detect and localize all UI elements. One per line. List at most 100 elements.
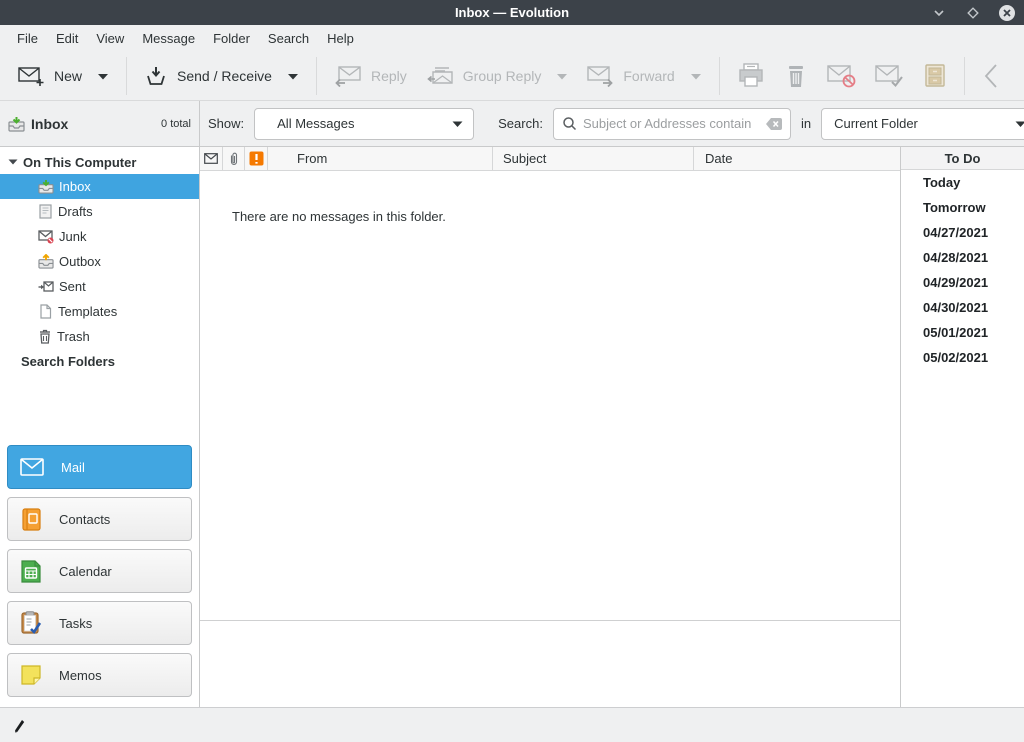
- menu-edit[interactable]: Edit: [47, 25, 87, 52]
- sidebar-item-inbox[interactable]: Inbox: [0, 174, 199, 199]
- group-reply-label: Group Reply: [463, 68, 542, 84]
- switcher-mail-button[interactable]: Mail: [7, 445, 192, 489]
- toolbar-separator: [964, 57, 965, 95]
- switcher-label: Calendar: [59, 564, 112, 579]
- preview-pane: [200, 621, 900, 707]
- send-receive-icon: [145, 66, 167, 87]
- forward-button[interactable]: Forward: [577, 59, 710, 94]
- sidebar-item-label: Templates: [58, 304, 117, 319]
- close-icon[interactable]: [998, 4, 1016, 22]
- menu-file[interactable]: File: [8, 25, 47, 52]
- filter-controls: Show: All Messages Search: in Current Fo…: [200, 101, 1024, 146]
- todo-item-date[interactable]: 05/02/2021: [901, 345, 1024, 370]
- sidebar-item-outbox[interactable]: Outbox: [0, 249, 199, 274]
- calendar-icon: [20, 560, 42, 583]
- send-receive-label: Send / Receive: [177, 68, 272, 84]
- archive-button[interactable]: [914, 55, 956, 97]
- back-button[interactable]: [973, 54, 1009, 98]
- column-subject-label: Subject: [503, 151, 546, 166]
- drafts-icon: [38, 204, 53, 219]
- expander-icon[interactable]: [8, 158, 18, 166]
- column-date-label: Date: [705, 151, 732, 166]
- sidebar-item-trash[interactable]: Trash: [0, 324, 199, 349]
- tree-section-search-folders[interactable]: Search Folders: [0, 349, 199, 374]
- column-attachment[interactable]: [223, 147, 245, 170]
- delete-button[interactable]: [774, 55, 818, 97]
- todo-item-date[interactable]: 04/28/2021: [901, 245, 1024, 270]
- view-switcher: Mail Contacts Calendar: [0, 439, 199, 707]
- todo-item-date[interactable]: 04/30/2021: [901, 295, 1024, 320]
- todo-item-date[interactable]: 04/27/2021: [901, 220, 1024, 245]
- new-dropdown-icon[interactable]: [98, 73, 108, 80]
- column-date[interactable]: Date: [694, 147, 900, 170]
- column-from[interactable]: From: [268, 147, 493, 170]
- switcher-calendar-button[interactable]: Calendar: [7, 549, 192, 593]
- menu-help[interactable]: Help: [318, 25, 363, 52]
- menu-message[interactable]: Message: [133, 25, 204, 52]
- scope-dropdown-value: Current Folder: [834, 116, 1015, 131]
- minimize-icon[interactable]: [930, 4, 948, 22]
- sidebar-item-templates[interactable]: Templates: [0, 299, 199, 324]
- search-icon: [562, 116, 577, 131]
- reply-icon: [335, 66, 361, 87]
- column-message-status[interactable]: [200, 147, 223, 170]
- switcher-tasks-button[interactable]: Tasks: [7, 601, 192, 645]
- toolbar-separator: [719, 57, 720, 95]
- not-junk-button[interactable]: [866, 56, 914, 96]
- inbox-icon: [8, 116, 25, 132]
- menu-view[interactable]: View: [87, 25, 133, 52]
- sidebar-item-sent[interactable]: Sent: [0, 274, 199, 299]
- titlebar: Inbox — Evolution: [0, 0, 1024, 25]
- switcher-label: Contacts: [59, 512, 110, 527]
- todo-item-today[interactable]: Today: [901, 170, 1024, 195]
- filterbar: Inbox 0 total Show: All Messages Search:: [0, 101, 1024, 147]
- chevron-down-icon: [452, 120, 463, 128]
- reply-button[interactable]: Reply: [325, 59, 417, 94]
- group-reply-button[interactable]: Group Reply: [417, 59, 578, 94]
- switcher-memos-button[interactable]: Memos: [7, 653, 192, 697]
- important-column-icon: [249, 151, 264, 166]
- chevron-down-icon: [1015, 120, 1024, 128]
- maximize-icon[interactable]: [964, 4, 982, 22]
- send-receive-button[interactable]: Send / Receive: [135, 59, 308, 94]
- outbox-icon: [38, 254, 54, 269]
- group-reply-dropdown-icon[interactable]: [557, 73, 567, 80]
- sent-icon: [38, 280, 54, 294]
- pen-icon: [12, 717, 27, 733]
- todo-item-date[interactable]: 04/29/2021: [901, 270, 1024, 295]
- search-input[interactable]: [583, 116, 760, 131]
- new-button[interactable]: New: [8, 59, 118, 94]
- scope-dropdown[interactable]: Current Folder: [821, 108, 1024, 140]
- sidebar-item-junk[interactable]: Junk: [0, 224, 199, 249]
- group-reply-icon: [427, 66, 453, 87]
- send-receive-dropdown-icon[interactable]: [288, 73, 298, 80]
- junk-button[interactable]: [818, 56, 866, 96]
- menu-search[interactable]: Search: [259, 25, 318, 52]
- print-button[interactable]: [728, 55, 774, 97]
- column-important[interactable]: [245, 147, 268, 170]
- junk-icon: [38, 230, 54, 244]
- clear-search-icon[interactable]: [766, 118, 782, 130]
- mail-icon: [20, 458, 44, 476]
- search-label: Search:: [496, 116, 545, 131]
- back-icon: [982, 62, 1000, 90]
- current-folder-header: Inbox 0 total: [0, 101, 200, 146]
- forward-icon: [587, 66, 613, 87]
- sidebar-item-drafts[interactable]: Drafts: [0, 199, 199, 224]
- forward-dropdown-icon[interactable]: [691, 73, 701, 80]
- todo-item-tomorrow[interactable]: Tomorrow: [901, 195, 1024, 220]
- switcher-label: Mail: [61, 460, 85, 475]
- column-subject[interactable]: Subject: [493, 147, 694, 170]
- print-icon: [737, 63, 765, 89]
- menu-folder[interactable]: Folder: [204, 25, 259, 52]
- todo-item-date[interactable]: 05/01/2021: [901, 320, 1024, 345]
- message-list-pane: From Subject Date There are no messages …: [200, 147, 900, 707]
- toolbar-separator: [316, 57, 317, 95]
- evolution-window: Inbox — Evolution File Edit View Message…: [0, 0, 1024, 742]
- tree-root-on-this-computer[interactable]: On This Computer: [0, 150, 199, 174]
- show-dropdown[interactable]: All Messages: [254, 108, 474, 140]
- switcher-contacts-button[interactable]: Contacts: [7, 497, 192, 541]
- message-list-body[interactable]: There are no messages in this folder.: [200, 171, 900, 621]
- tree-root-label: On This Computer: [23, 155, 136, 170]
- new-mail-icon: [18, 66, 44, 87]
